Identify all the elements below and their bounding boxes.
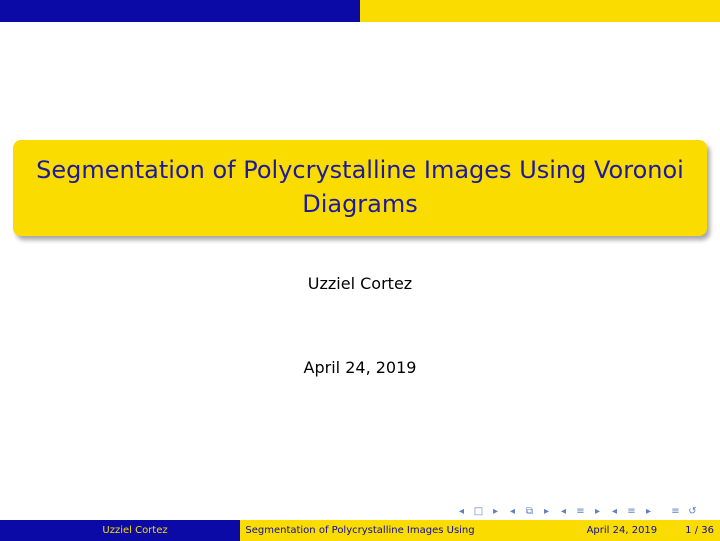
subsection-next-icon[interactable]: ▸	[538, 505, 555, 519]
footer-date: April 24, 2019	[586, 525, 658, 536]
slide-title: Segmentation of Polycrystalline Images U…	[36, 156, 684, 218]
footer-author: Uzziel Cortez	[0, 520, 240, 541]
doc-prev-icon[interactable]: ◂	[606, 505, 623, 519]
title-block: Segmentation of Polycrystalline Images U…	[13, 140, 707, 236]
header-band	[0, 0, 720, 22]
doc-next-icon[interactable]: ▸	[640, 505, 657, 519]
search-icon[interactable]: ↺	[684, 505, 701, 519]
frame-icon[interactable]: □	[470, 505, 487, 519]
frame-next-icon[interactable]: ▸	[487, 505, 504, 519]
section-icon[interactable]: ≡	[572, 505, 589, 519]
header-band-right	[360, 0, 720, 22]
align-icon[interactable]: ≡	[667, 505, 684, 519]
doc-icon[interactable]: ≡	[623, 505, 640, 519]
subsection-prev-icon[interactable]: ◂	[504, 505, 521, 519]
footer-title: Segmentation of Polycrystalline Images U…	[240, 520, 480, 541]
beamer-navigation: ◂ □ ▸ ◂ ⧉ ▸ ◂ ≡ ▸ ◂ ≡ ▸ ≡ ↺	[453, 505, 715, 519]
frame-prev-icon[interactable]: ◂	[453, 505, 470, 519]
footer: Uzziel Cortez Segmentation of Polycrysta…	[0, 520, 720, 541]
slide: Segmentation of Polycrystalline Images U…	[0, 0, 720, 541]
footer-page-number: 1 / 36	[685, 525, 714, 536]
section-prev-icon[interactable]: ◂	[555, 505, 572, 519]
footer-right: April 24, 2019 1 / 36	[480, 520, 720, 541]
section-next-icon[interactable]: ▸	[589, 505, 606, 519]
author: Uzziel Cortez	[307, 274, 413, 293]
header-band-left	[0, 0, 360, 22]
date: April 24, 2019	[303, 358, 417, 377]
subsection-icon[interactable]: ⧉	[521, 505, 538, 519]
